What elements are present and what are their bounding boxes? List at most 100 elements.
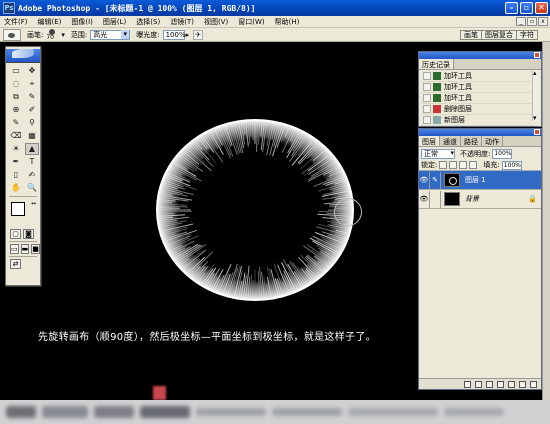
- brush-dropdown-icon[interactable]: ▾: [61, 31, 65, 39]
- tab-channels[interactable]: 通道: [440, 136, 461, 146]
- brush-tool-icon[interactable]: ✐: [25, 104, 39, 116]
- eraser-tool-icon[interactable]: ⌫: [9, 130, 23, 142]
- doc-close-button[interactable]: x: [538, 17, 548, 26]
- pen-tool-icon[interactable]: ✒: [9, 156, 23, 168]
- blend-mode-select[interactable]: 正常: [421, 149, 455, 159]
- full-screen-menu-icon[interactable]: ▬: [20, 244, 30, 254]
- toolbox-divider-2: [9, 241, 37, 242]
- history-source-checkbox[interactable]: [423, 116, 431, 124]
- lock-image-icon[interactable]: [449, 161, 458, 169]
- tab-character[interactable]: 字符: [516, 30, 538, 40]
- layers-palette-header[interactable]: [419, 129, 541, 136]
- menu-image[interactable]: 图像(I): [66, 17, 98, 27]
- layer-row[interactable]: 👁 背景 🔒: [419, 190, 541, 209]
- window-scrollbar[interactable]: [542, 42, 550, 402]
- lock-all-icon[interactable]: [469, 161, 478, 169]
- notes-tool-icon[interactable]: ✍: [25, 169, 39, 181]
- range-select[interactable]: 高光: [90, 29, 131, 40]
- menu-filter[interactable]: 滤镜(T): [165, 17, 199, 27]
- tab-layer-comps[interactable]: 图层复合: [481, 30, 517, 40]
- history-item[interactable]: 删除图层: [421, 104, 533, 115]
- type-tool-icon[interactable]: T: [25, 156, 39, 168]
- menu-layer[interactable]: 图层(L): [98, 17, 131, 27]
- tab-layers[interactable]: 图层: [419, 136, 440, 146]
- shape-tool-icon[interactable]: ▯: [9, 169, 23, 181]
- fill-input[interactable]: 100%: [501, 160, 522, 170]
- blur-tool-icon[interactable]: ☀: [9, 143, 23, 155]
- history-item[interactable]: 加环工具: [421, 82, 533, 93]
- artwork-streak: [156, 207, 180, 209]
- opacity-input[interactable]: 100%: [492, 149, 513, 159]
- history-item[interactable]: 加环工具: [421, 93, 533, 104]
- doc-minimize-button[interactable]: _: [516, 17, 526, 26]
- tab-history[interactable]: 历史记录: [419, 59, 454, 69]
- history-source-checkbox[interactable]: [423, 105, 431, 113]
- menu-select[interactable]: 选择(S): [131, 17, 165, 27]
- tab-actions[interactable]: 动作: [482, 136, 503, 146]
- standard-screen-icon[interactable]: ▭: [10, 244, 19, 254]
- delete-layer-icon[interactable]: [530, 380, 537, 388]
- lock-position-icon[interactable]: [459, 161, 468, 169]
- brush-link-icon[interactable]: [430, 190, 441, 208]
- imageready-jump-icon[interactable]: ⇄: [10, 259, 21, 269]
- airbrush-icon[interactable]: ✈: [193, 29, 204, 40]
- quick-mask-icon[interactable]: ◙: [23, 229, 34, 239]
- doc-restore-button[interactable]: ▫: [527, 17, 537, 26]
- healing-brush-tool-icon[interactable]: ⊕: [9, 104, 23, 116]
- zoom-tool-icon[interactable]: 🔍: [25, 182, 39, 194]
- eye-icon[interactable]: 👁: [419, 190, 430, 208]
- brush-link-icon[interactable]: ✎: [430, 171, 441, 189]
- history-close-icon[interactable]: [534, 52, 540, 58]
- dodge-tool-icon[interactable]: ▲: [25, 143, 39, 155]
- lock-icon: 🔒: [528, 195, 537, 203]
- crop-tool-icon[interactable]: ⧉: [9, 91, 23, 103]
- layer-style-icon[interactable]: [475, 380, 482, 388]
- menu-window[interactable]: 窗口(W): [233, 17, 269, 27]
- menu-file[interactable]: 文件(F): [0, 17, 33, 27]
- history-scrollbar[interactable]: [532, 69, 539, 122]
- history-brush-tool-icon[interactable]: ⚲: [25, 117, 39, 129]
- close-button[interactable]: ✕: [535, 2, 548, 14]
- new-group-icon[interactable]: [497, 380, 504, 388]
- toolbox-header[interactable]: [6, 49, 40, 63]
- hand-tool-icon[interactable]: ✋: [9, 182, 23, 194]
- lock-transparency-icon[interactable]: [439, 161, 448, 169]
- full-screen-icon[interactable]: ■: [31, 244, 40, 254]
- eye-icon[interactable]: 👁: [419, 171, 430, 189]
- lasso-tool-icon[interactable]: ◌: [9, 78, 23, 90]
- layer-row[interactable]: 👁 ✎ 图层 1: [419, 171, 541, 190]
- menu-help[interactable]: 帮助(H): [270, 17, 305, 27]
- exposure-slider-icon[interactable]: ▸: [186, 31, 190, 39]
- foreground-color-swatch[interactable]: [11, 202, 25, 216]
- artwork-streak: [157, 213, 175, 215]
- layer-mask-icon[interactable]: [486, 380, 493, 388]
- minimize-button[interactable]: –: [505, 2, 518, 14]
- history-palette-header[interactable]: [419, 52, 541, 59]
- standard-mode-icon[interactable]: ▢: [10, 229, 21, 239]
- menu-edit[interactable]: 编辑(E): [33, 17, 67, 27]
- magic-wand-tool-icon[interactable]: ⌖: [25, 78, 39, 90]
- gradient-tool-icon[interactable]: ▦: [25, 130, 39, 142]
- history-source-checkbox[interactable]: [423, 94, 431, 102]
- move-tool-icon[interactable]: ✥: [25, 65, 39, 77]
- tab-paths[interactable]: 路径: [461, 136, 482, 146]
- tool-preset-picker[interactable]: [3, 28, 21, 41]
- menu-view[interactable]: 视图(V): [199, 17, 233, 27]
- history-source-checkbox[interactable]: [423, 72, 431, 80]
- mask-mode-row: ▢ ◙: [6, 229, 40, 239]
- slice-tool-icon[interactable]: ✎: [25, 91, 39, 103]
- tab-brushes[interactable]: 画笔: [460, 30, 482, 40]
- clone-stamp-tool-icon[interactable]: ✎: [9, 117, 23, 129]
- maximize-button[interactable]: ▫: [520, 2, 533, 14]
- history-item[interactable]: 加环工具: [421, 71, 533, 82]
- history-item[interactable]: 新图层: [421, 115, 533, 126]
- history-source-checkbox[interactable]: [423, 83, 431, 91]
- brush-picker[interactable]: 70: [46, 28, 60, 41]
- adjustment-layer-icon[interactable]: [508, 380, 515, 388]
- exposure-input[interactable]: 100%: [162, 29, 186, 40]
- link-layers-icon[interactable]: [464, 380, 471, 388]
- swap-colors-icon[interactable]: ↔: [31, 200, 36, 207]
- new-layer-icon[interactable]: [519, 380, 526, 388]
- layers-close-icon[interactable]: [534, 129, 540, 135]
- marquee-tool-icon[interactable]: ▭: [9, 65, 23, 77]
